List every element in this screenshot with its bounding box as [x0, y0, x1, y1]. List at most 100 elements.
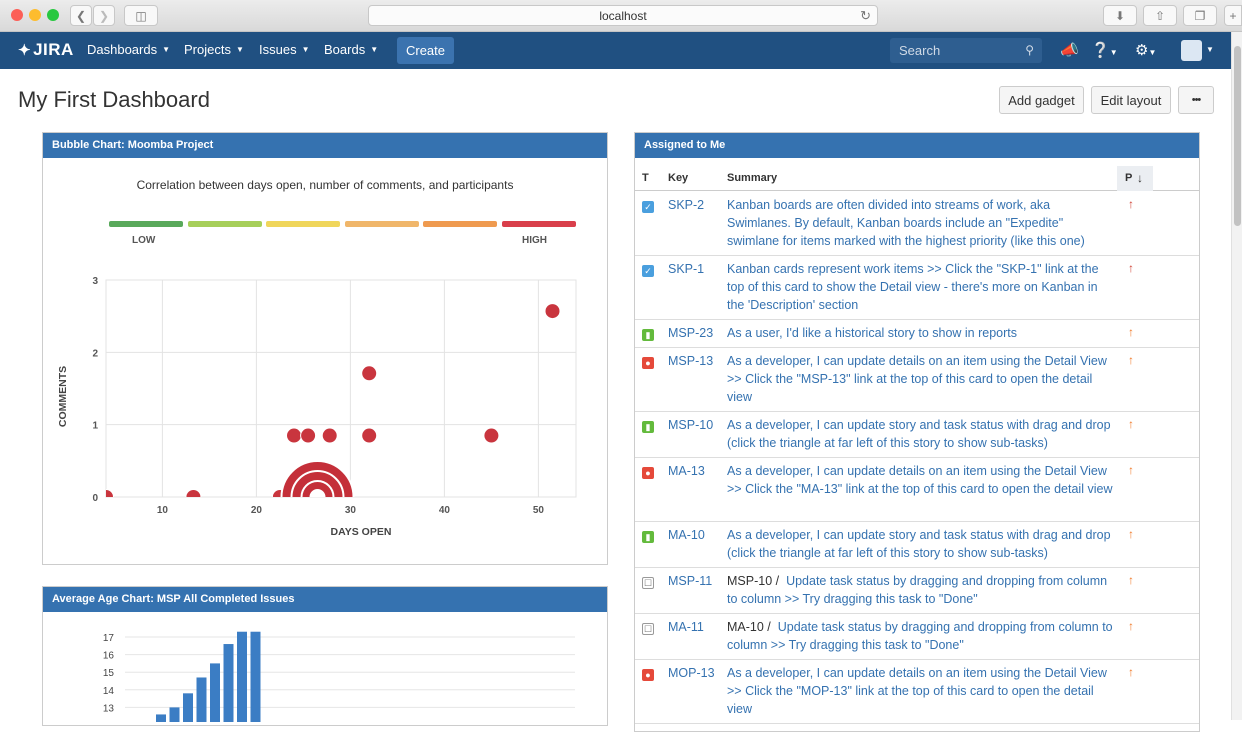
- browser-toolbar: ❮ ❯ ◫ localhost ↻ ⬇ ⇧ ❐ +: [0, 0, 1242, 32]
- issue-key-link[interactable]: MA-10: [668, 528, 705, 542]
- issue-summary-link[interactable]: As a developer, I can update details on …: [727, 666, 1107, 716]
- issue-summary: As a developer, I can update story and t…: [727, 526, 1117, 562]
- nav-issues[interactable]: Issues ▼: [259, 42, 310, 57]
- avatar[interactable]: [1181, 40, 1202, 61]
- gadget-title[interactable]: Assigned to Me: [635, 133, 1199, 158]
- chevron-down-icon: ▼: [370, 45, 379, 54]
- page-scrollbar[interactable]: [1231, 32, 1242, 720]
- y-axis-label: COMMENTS: [57, 366, 69, 427]
- table-row[interactable]: ● MSP-13 As a developer, I can update deta…: [635, 348, 1199, 412]
- bubble-chart-gadget: Bubble Chart: Moomba Project Correlation…: [42, 132, 608, 565]
- gadget-title[interactable]: Average Age Chart: MSP All Completed Iss…: [43, 587, 607, 612]
- search-icon[interactable]: ⚲: [1025, 38, 1034, 63]
- priority-high-icon: ↑: [1128, 619, 1134, 633]
- tabs-icon[interactable]: ❐: [1183, 5, 1217, 26]
- maximize-window-button[interactable]: [47, 9, 59, 21]
- col-type[interactable]: T: [642, 172, 649, 184]
- priority-high-icon: ↑: [1128, 463, 1134, 477]
- age-bar: [223, 644, 234, 722]
- y-tick-label: 17: [103, 633, 115, 644]
- x-tick-label: 10: [157, 505, 169, 516]
- logo-text: JIRA: [33, 40, 74, 59]
- nav-boards[interactable]: Boards ▼: [324, 42, 378, 57]
- create-button[interactable]: Create: [397, 37, 454, 64]
- table-row[interactable]: ✓ SKP-2 Kanban boards are often divided in…: [635, 192, 1199, 256]
- issue-summary-link[interactable]: As a developer, I can update story and t…: [727, 528, 1111, 560]
- forward-icon[interactable]: ❯: [93, 5, 115, 26]
- story-icon: ▮: [642, 421, 654, 433]
- table-row[interactable]: ▮ MSP-23 As a user, I'd like a historical …: [635, 320, 1199, 348]
- table-row[interactable]: ▮ MA-10 As a developer, I can update story…: [635, 522, 1199, 568]
- scrollbar-thumb[interactable]: [1234, 46, 1241, 226]
- back-icon[interactable]: ❮: [70, 5, 92, 26]
- gadget-title[interactable]: Bubble Chart: Moomba Project: [43, 133, 607, 158]
- parent-issue-key[interactable]: MSP-10 /: [727, 574, 779, 588]
- table-row[interactable]: ● MA-13 As a developer, I can update detai…: [635, 458, 1199, 522]
- download-icon[interactable]: ⬇: [1103, 5, 1137, 26]
- new-tab-icon[interactable]: +: [1224, 5, 1242, 26]
- y-tick-label: 14: [103, 686, 115, 697]
- y-tick-label: 15: [103, 668, 115, 679]
- issue-key-link[interactable]: MSP-10: [668, 418, 713, 432]
- minimize-window-button[interactable]: [29, 9, 41, 21]
- plot-area: [105, 279, 577, 498]
- issue-summary: MA-10 / Update task status by dragging a…: [727, 618, 1117, 654]
- bug-icon: ●: [642, 669, 654, 681]
- issue-key-link[interactable]: MOP-13: [668, 666, 715, 680]
- bug-icon: ●: [642, 467, 654, 479]
- nav-projects[interactable]: Projects ▼: [184, 42, 244, 57]
- priority-high-icon: ↑: [1128, 573, 1134, 587]
- add-gadget-button[interactable]: Add gadget: [999, 86, 1084, 114]
- table-row[interactable]: ☐ MSP-11 MSP-10 / Update task status by dr…: [635, 568, 1199, 614]
- issue-summary-link[interactable]: As a developer, I can update details on …: [727, 354, 1107, 404]
- issue-key-link[interactable]: SKP-2: [668, 198, 704, 212]
- gear-icon[interactable]: ⚙▼: [1135, 41, 1156, 59]
- col-summary[interactable]: Summary: [727, 172, 777, 184]
- search-input[interactable]: Search ⚲: [890, 38, 1042, 63]
- issue-summary-link[interactable]: As a user, I'd like a historical story t…: [727, 326, 1017, 340]
- task-icon: ☐: [642, 623, 654, 635]
- story-icon: ▮: [642, 329, 654, 341]
- help-icon[interactable]: ❔▼: [1091, 41, 1118, 59]
- issue-key-link[interactable]: MSP-23: [668, 326, 713, 340]
- nav-dashboards[interactable]: Dashboards ▼: [87, 42, 170, 57]
- issue-summary: As a user, I'd like a historical story t…: [727, 324, 1117, 342]
- table-row[interactable]: ☐ MA-11 MA-10 / Update task status by drag…: [635, 614, 1199, 660]
- close-window-button[interactable]: [11, 9, 23, 21]
- issue-summary-link[interactable]: Kanban boards are often divided into str…: [727, 198, 1085, 248]
- sidebar-icon[interactable]: ◫: [124, 5, 158, 26]
- issue-key-link[interactable]: MA-13: [668, 464, 705, 478]
- issue-summary-link[interactable]: Update task status by dragging and dropp…: [727, 574, 1107, 606]
- priority-sort-column[interactable]: [1117, 166, 1153, 191]
- address-bar[interactable]: localhost ↻: [368, 5, 878, 26]
- parent-issue-key[interactable]: MA-10 /: [727, 620, 771, 634]
- issue-summary-link[interactable]: As a developer, I can update details on …: [727, 464, 1112, 496]
- x-tick-label: 30: [345, 505, 357, 516]
- issue-summary: Kanban boards are often divided into str…: [727, 196, 1117, 250]
- issue-summary: Kanban cards represent work items >> Cli…: [727, 260, 1117, 314]
- megaphone-icon[interactable]: 📣: [1060, 41, 1079, 59]
- table-row[interactable]: ✓ SKP-1 Kanban cards represent work items …: [635, 256, 1199, 320]
- search-placeholder: Search: [899, 43, 941, 58]
- issue-key-link[interactable]: MSP-11: [668, 574, 712, 588]
- col-key[interactable]: Key: [668, 172, 688, 184]
- x-axis-label: DAYS OPEN: [331, 526, 392, 538]
- reload-icon[interactable]: ↻: [860, 8, 871, 24]
- more-actions-button[interactable]: •••: [1178, 86, 1214, 114]
- share-icon[interactable]: ⇧: [1143, 5, 1177, 26]
- story-icon: ▮: [642, 531, 654, 543]
- chevron-down-icon[interactable]: ▼: [1206, 45, 1214, 54]
- issue-key-link[interactable]: MA-11: [668, 620, 704, 634]
- issue-summary-link[interactable]: Kanban cards represent work items >> Cli…: [727, 262, 1099, 312]
- table-row[interactable]: ▮ MSP-10 As a developer, I can update stor…: [635, 412, 1199, 458]
- issue-summary-link[interactable]: As a developer, I can update story and t…: [727, 418, 1111, 450]
- edit-layout-button[interactable]: Edit layout: [1091, 86, 1171, 114]
- priority-highest-icon: ↑: [1128, 197, 1134, 211]
- sort-down-icon[interactable]: ↓: [1137, 171, 1143, 185]
- issue-summary-link[interactable]: Update task status by dragging and dropp…: [727, 620, 1113, 652]
- issue-key-link[interactable]: MSP-13: [668, 354, 713, 368]
- col-priority[interactable]: P: [1125, 172, 1132, 184]
- table-row[interactable]: ● MOP-13 As a developer, I can update deta…: [635, 660, 1199, 724]
- issue-key-link[interactable]: SKP-1: [668, 262, 704, 276]
- jira-logo[interactable]: ✦ JIRA: [18, 40, 74, 60]
